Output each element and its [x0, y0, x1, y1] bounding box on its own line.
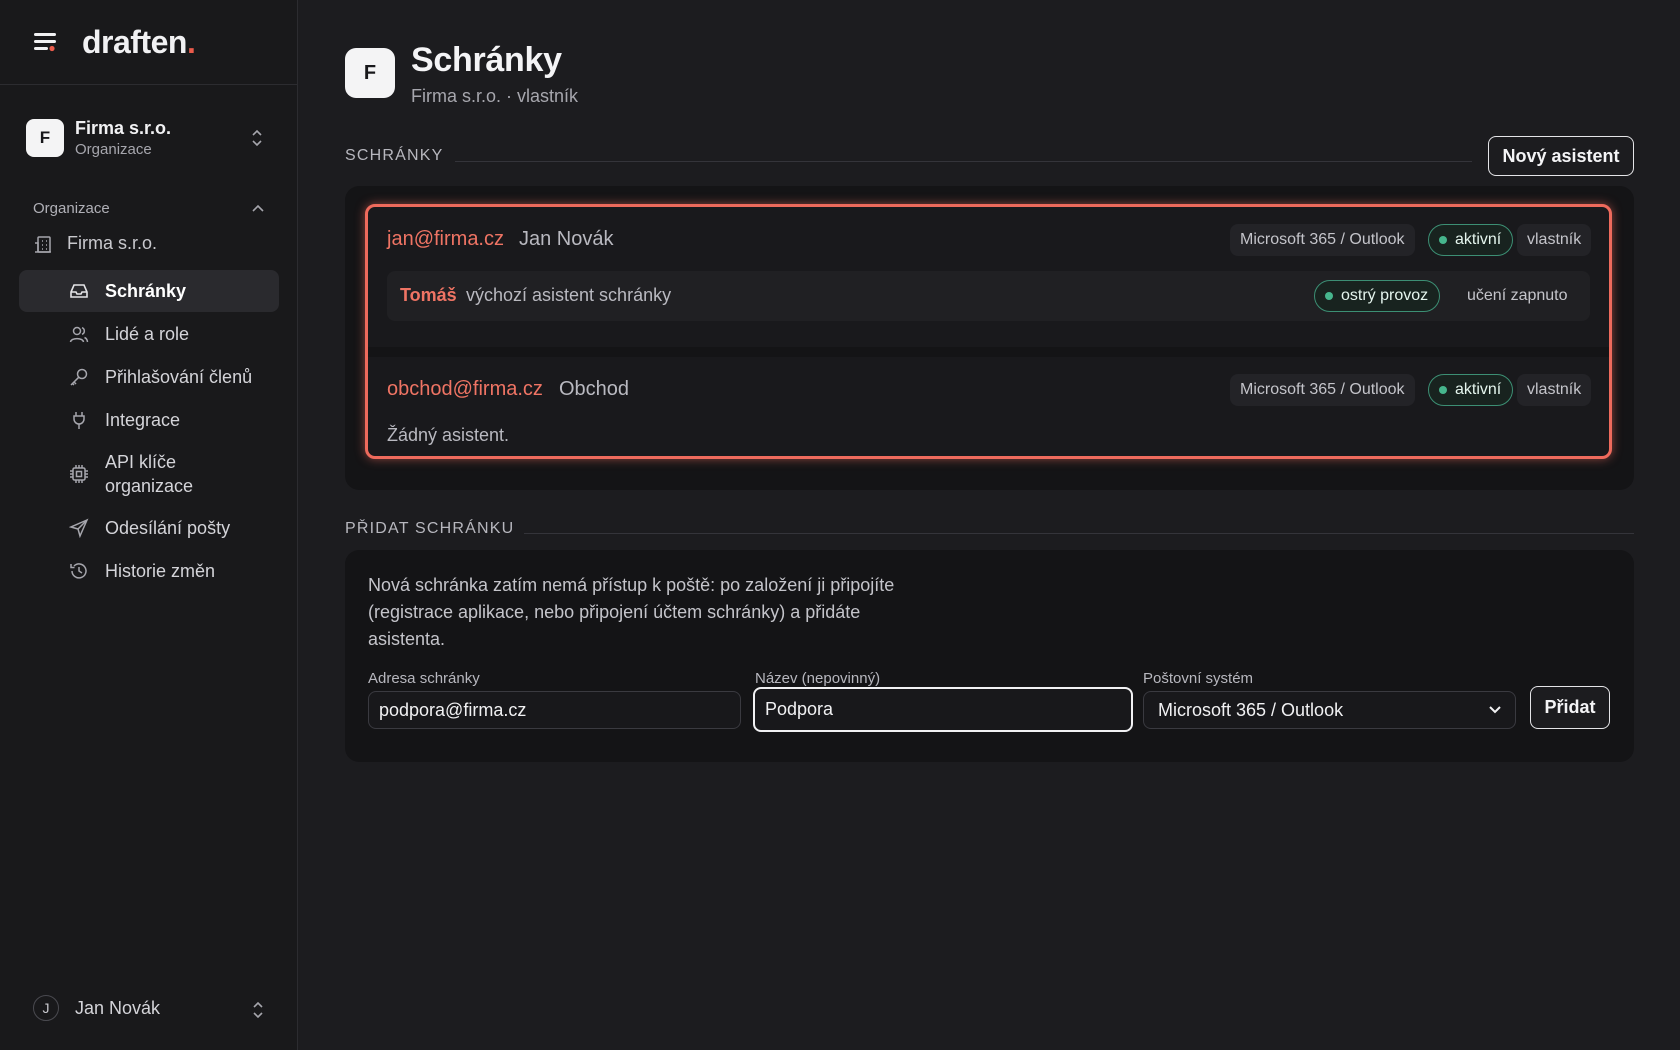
org-name: Firma s.r.o. — [75, 117, 172, 138]
avatar: J — [33, 995, 59, 1021]
chip-icon — [70, 465, 88, 483]
sidebar-item-label: Integrace — [105, 410, 181, 430]
mail-system-select-value: Microsoft 365 / Outlook — [1158, 699, 1344, 720]
mail-system-badge: Microsoft 365 / Outlook — [1230, 374, 1415, 406]
status-dot-icon — [1439, 386, 1447, 394]
learning-status: učení zapnuto — [1467, 287, 1568, 304]
sidebar-item-label: Odesílání pošty — [105, 518, 231, 538]
chevron-up-down-icon — [252, 129, 262, 147]
mailbox-name-input[interactable]: Podpora — [753, 687, 1133, 732]
field-label: Název (nepovinný) — [755, 670, 881, 687]
new-assistant-button[interactable]: Nový asistent — [1488, 136, 1634, 176]
inbox-icon — [70, 284, 88, 298]
section-title-add-mailbox: PŘIDAT SCHRÁNKU — [345, 520, 515, 537]
key-icon — [70, 368, 88, 386]
menu-icon[interactable] — [32, 30, 60, 54]
mail-system-select[interactable]: Microsoft 365 / Outlook — [1143, 691, 1516, 729]
assistant-mode-label: ostrý provoz — [1341, 287, 1429, 304]
role-badge: vlastník — [1517, 224, 1592, 256]
mail-system-badge: Microsoft 365 / Outlook — [1230, 224, 1415, 256]
org-switcher[interactable]: F Firma s.r.o. Organizace — [26, 116, 274, 160]
add-mailbox-button[interactable]: Přidat — [1530, 686, 1610, 729]
sidebar-item-prihlasovani[interactable]: Přihlašování členů — [19, 356, 279, 398]
sidebar-item-label: API klíče organizace — [105, 452, 194, 496]
divider — [524, 533, 1634, 534]
org-avatar: F — [345, 48, 395, 98]
mailbox-row: jan@firma.cz Jan Novák Microsoft 365 / O… — [368, 207, 1609, 347]
status-label: aktivní — [1455, 381, 1502, 398]
sidebar-item-historie[interactable]: Historie změn — [19, 550, 279, 592]
sidebar-item-api-klice[interactable]: API klíče organizace — [19, 442, 279, 506]
building-icon — [35, 235, 51, 253]
sidebar-item-lide-a-role[interactable]: Lidé a role — [19, 313, 279, 355]
page-header: F Schránky Firma s.r.o. · vlastník — [345, 40, 578, 107]
sidebar-item-org-root[interactable]: Firma s.r.o. — [33, 233, 157, 254]
page-title: Schránky — [411, 41, 562, 79]
divider — [368, 347, 1609, 357]
assistant-mode-badge: ostrý provoz — [1314, 280, 1441, 312]
status-label: aktivní — [1455, 231, 1502, 248]
plug-icon — [73, 412, 85, 429]
sidebar-item-odesilani[interactable]: Odesílání pošty — [19, 507, 279, 549]
sidebar-header: draften. — [0, 0, 297, 85]
field-label: Poštovní systém — [1143, 670, 1254, 687]
field-label: Adresa schránky — [368, 670, 480, 687]
chevron-down-icon — [1489, 706, 1501, 714]
sidebar-item-integrace[interactable]: Integrace — [19, 399, 279, 441]
sidebar-nav: Schránky Lidé a role Přihlašování členů … — [19, 270, 279, 593]
sidebar-item-schranky[interactable]: Schránky — [19, 270, 279, 312]
user-name: Jan Novák — [75, 997, 161, 1018]
add-mailbox-description: Nová schránka zatím nemá přístup k poště… — [368, 575, 895, 649]
sidebar-item-label: Schránky — [105, 281, 187, 301]
org-subtitle: Organizace — [75, 140, 152, 158]
history-icon — [70, 563, 87, 579]
mailbox-address-input[interactable]: podpora@firma.cz — [368, 691, 741, 729]
assistant-description: výchozí asistent schránky — [466, 285, 672, 305]
sidebar: draften. F Firma s.r.o. Organizace Organ… — [0, 0, 298, 1050]
divider — [455, 161, 1472, 162]
sidebar-item-label: Historie změn — [105, 561, 216, 581]
chevron-up-icon — [252, 204, 264, 212]
users-icon — [69, 326, 89, 343]
mailbox-email[interactable]: obchod@firma.cz — [387, 378, 543, 401]
brand-logo[interactable]: draften. — [82, 24, 196, 61]
page-subtitle: Firma s.r.o. · vlastník — [411, 86, 579, 106]
send-icon — [69, 518, 89, 538]
status-badge: aktivní — [1428, 224, 1514, 256]
user-switcher[interactable]: J Jan Novák — [33, 994, 265, 1022]
org-root-label: Firma s.r.o. — [67, 233, 158, 253]
mailboxes-panel: jan@firma.cz Jan Novák Microsoft 365 / O… — [345, 186, 1634, 490]
mailbox-row: obchod@firma.cz Obchod Microsoft 365 / O… — [368, 357, 1609, 456]
org-avatar: F — [26, 119, 64, 157]
mailbox-name: Obchod — [559, 378, 630, 400]
section-title-mailboxes: SCHRÁNKY — [345, 147, 444, 164]
mailbox-email[interactable]: jan@firma.cz — [387, 228, 504, 251]
mailbox-name: Jan Novák — [519, 228, 614, 250]
sidebar-item-label: Lidé a role — [105, 324, 190, 344]
chevron-up-down-icon — [253, 1001, 263, 1019]
add-mailbox-form: Nová schránka zatím nemá přístup k poště… — [345, 550, 1634, 762]
status-dot-icon — [1325, 292, 1333, 300]
sidebar-item-label: Přihlašování členů — [105, 367, 253, 387]
role-badge: vlastník — [1517, 374, 1592, 406]
assistant-name[interactable]: Tomáš — [400, 285, 457, 306]
no-assistant-text: Žádný asistent. — [387, 425, 510, 445]
org-section-title: Organizace — [33, 200, 110, 217]
status-badge: aktivní — [1428, 374, 1514, 406]
assistant-row[interactable]: Tomáš výchozí asistent schránky ostrý pr… — [387, 271, 1590, 321]
status-dot-icon — [1439, 236, 1447, 244]
org-section-toggle[interactable]: Organizace — [33, 200, 265, 217]
main-content: F Schránky Firma s.r.o. · vlastník SCHRÁ… — [299, 0, 1680, 1050]
mailbox-list: jan@firma.cz Jan Novák Microsoft 365 / O… — [365, 204, 1612, 459]
